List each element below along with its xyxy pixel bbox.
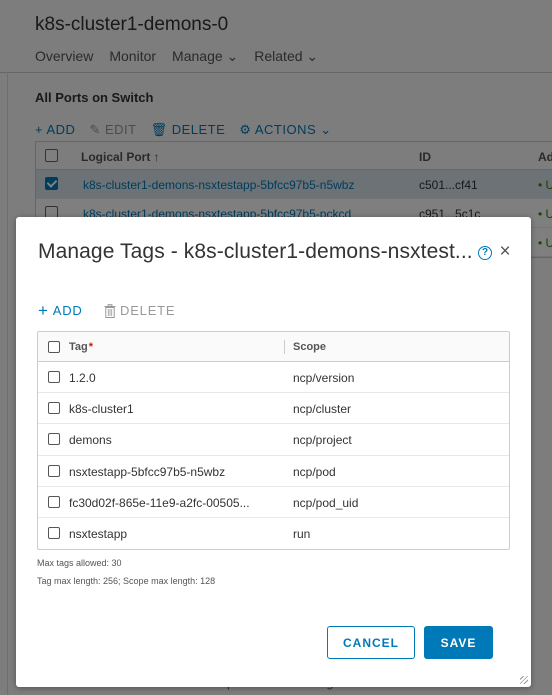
row-checkbox[interactable] [48,371,60,383]
col-tag-label: Tag [69,341,88,353]
scope-value[interactable]: run [293,527,310,541]
scope-value[interactable]: ncp/pod [293,465,336,479]
table-row[interactable]: 1.2.0 ncp/version [38,362,509,394]
tag-value[interactable]: k8s-cluster1 [69,402,134,416]
max-tags-note: Max tags allowed: 30 [37,558,122,568]
row-checkbox[interactable] [48,495,60,508]
table-row[interactable]: demons ncp/project [38,424,509,456]
col-scope[interactable]: Scope [293,341,326,353]
tags-grid: Tag* Scope 1.2.0 ncp/version k8s-cluster… [37,331,510,550]
row-checkbox[interactable] [48,464,60,477]
manage-tags-dialog: Manage Tags - k8s-cluster1-demons-nsxtes… [16,217,531,687]
scope-value[interactable]: ncp/project [293,433,352,447]
scope-value[interactable]: ncp/pod_uid [293,496,358,510]
scope-value[interactable]: ncp/cluster [293,402,351,416]
row-checkbox[interactable] [48,402,60,415]
tag-value[interactable]: demons [69,433,112,447]
tag-value[interactable]: fc30d02f-865e-11e9-a2fc-00505... [69,496,250,510]
required-mark: * [88,341,94,353]
tag-value[interactable]: nsxtestapp [69,527,127,541]
delete-tag-button[interactable]: DELETE [104,303,175,318]
close-icon[interactable]: × [498,242,512,261]
col-tag[interactable]: Tag* [69,341,93,353]
help-icon[interactable]: ? [478,246,492,260]
cancel-button[interactable]: CANCEL [327,626,415,659]
resize-grip-icon[interactable] [520,676,528,684]
row-checkbox[interactable] [48,433,60,446]
tag-value[interactable]: nsxtestapp-5bfcc97b5-n5wbz [69,465,225,479]
tag-value[interactable]: 1.2.0 [69,371,96,385]
trash-icon [104,303,116,318]
add-tag-label: ADD [52,303,83,318]
select-all-checkbox[interactable] [48,341,60,353]
scope-value[interactable]: ncp/version [293,371,354,385]
table-row[interactable]: fc30d02f-865e-11e9-a2fc-00505... ncp/pod… [38,487,509,518]
length-limits-note: Tag max length: 256; Scope max length: 1… [37,576,216,586]
table-row[interactable]: nsxtestapp-5bfcc97b5-n5wbz ncp/pod [38,456,509,487]
dialog-title: Manage Tags - k8s-cluster1-demons-nsxtes… [38,240,473,263]
column-divider[interactable] [284,340,285,354]
tags-grid-header: Tag* Scope [38,332,509,362]
row-checkbox[interactable] [48,526,60,539]
table-row[interactable]: nsxtestapp run [38,518,509,549]
table-row[interactable]: k8s-cluster1 ncp/cluster [38,393,509,425]
delete-tag-label: DELETE [120,303,176,318]
save-button[interactable]: SAVE [424,626,493,659]
plus-icon: + [38,300,49,320]
add-tag-button[interactable]: + ADD [38,300,83,320]
